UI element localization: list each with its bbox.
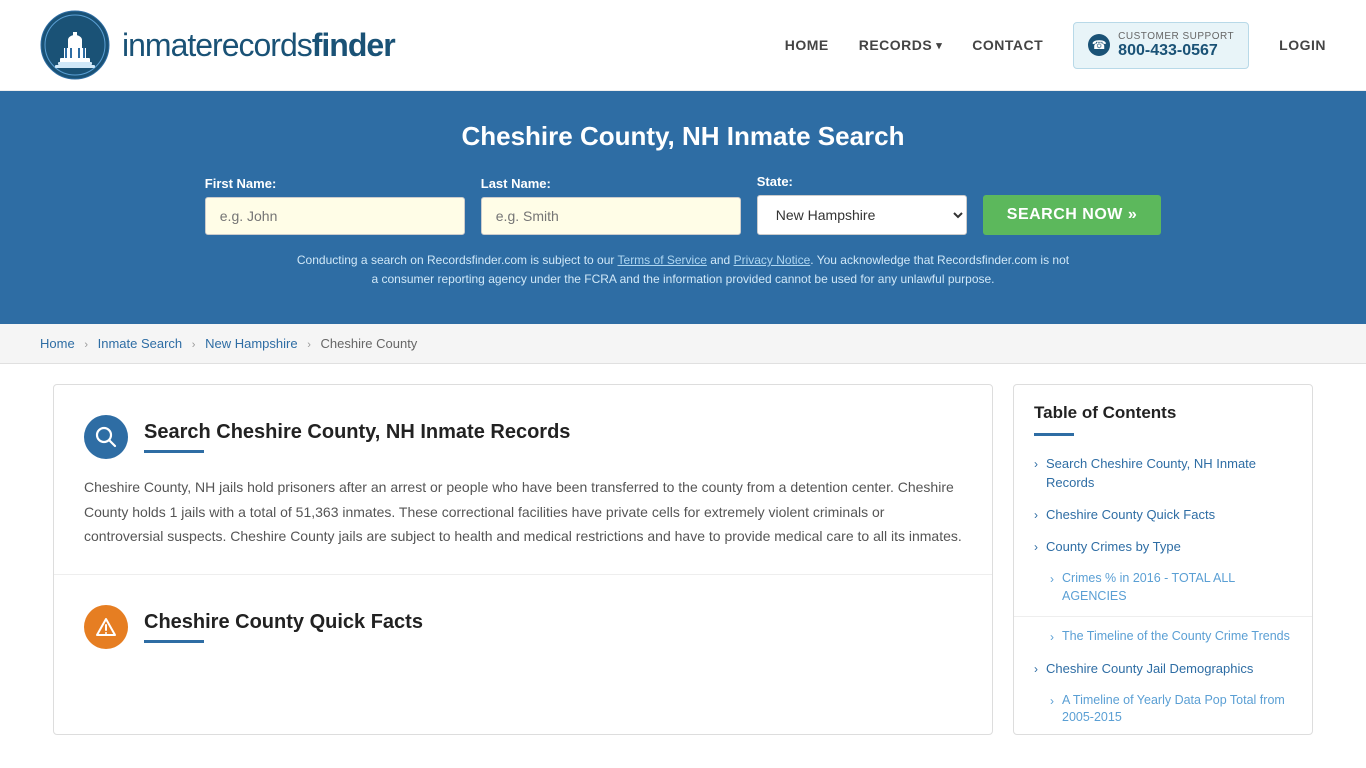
toc-chevron-5 (1050, 630, 1054, 644)
toc-item-demographics[interactable]: Cheshire County Jail Demographics (1014, 653, 1312, 685)
inmate-records-body: Cheshire County, NH jails hold prisoners… (84, 475, 962, 549)
breadcrumb-current: Cheshire County (320, 336, 417, 351)
inmate-records-header: Search Cheshire County, NH Inmate Record… (84, 415, 962, 459)
section-title-underline (144, 450, 204, 453)
left-content: Search Cheshire County, NH Inmate Record… (53, 384, 993, 734)
last-name-input[interactable] (481, 197, 741, 235)
support-label: CUSTOMER SUPPORT (1118, 31, 1234, 42)
state-select[interactable]: New Hampshire (757, 195, 967, 235)
breadcrumb-new-hampshire[interactable]: New Hampshire (205, 336, 297, 351)
last-name-label: Last Name: (481, 176, 741, 191)
search-form: First Name: Last Name: State: New Hampsh… (40, 174, 1326, 235)
disclaimer-text: Conducting a search on Recordsfinder.com… (293, 251, 1073, 289)
first-name-input[interactable] (205, 197, 465, 235)
logo-area[interactable]: inmaterecordsfinder (40, 10, 395, 80)
inmate-records-title-group: Search Cheshire County, NH Inmate Record… (144, 421, 570, 453)
toc-chevron-1 (1034, 457, 1038, 471)
sidebar: Table of Contents Search Cheshire County… (1013, 384, 1313, 734)
toc-chevron-6 (1034, 662, 1038, 676)
breadcrumb-sep-1: › (84, 339, 88, 351)
main-nav: HOME RECORDS ▾ CONTACT ☎ CUSTOMER SUPPOR… (785, 22, 1326, 69)
toc-item-timeline-yearly[interactable]: A Timeline of Yearly Data Pop Total from… (1014, 685, 1312, 734)
toc-bottom-divider (1014, 616, 1312, 617)
last-name-group: Last Name: (481, 176, 741, 235)
toc: Table of Contents Search Cheshire County… (1013, 384, 1313, 734)
inmate-records-title: Search Cheshire County, NH Inmate Record… (144, 421, 570, 444)
toc-item-crimes-type[interactable]: County Crimes by Type (1014, 531, 1312, 563)
quick-facts-title: Cheshire County Quick Facts (144, 611, 423, 634)
toc-link-search[interactable]: Search Cheshire County, NH Inmate Record… (1046, 455, 1292, 491)
toc-item-search[interactable]: Search Cheshire County, NH Inmate Record… (1014, 448, 1312, 498)
toc-link-timeline-yearly[interactable]: A Timeline of Yearly Data Pop Total from… (1062, 692, 1292, 727)
toc-item-timeline-crime[interactable]: The Timeline of the County Crime Trends (1014, 621, 1312, 653)
breadcrumb-sep-2: › (192, 339, 196, 351)
breadcrumb-sep-3: › (307, 339, 311, 351)
toc-item-crimes-2016[interactable]: Crimes % in 2016 - TOTAL ALL AGENCIES (1014, 563, 1312, 612)
first-name-label: First Name: (205, 176, 465, 191)
support-info: CUSTOMER SUPPORT 800-433-0567 (1118, 31, 1234, 60)
tos-link[interactable]: Terms of Service (618, 253, 707, 267)
toc-link-crimes-type[interactable]: County Crimes by Type (1046, 538, 1181, 556)
search-section: Cheshire County, NH Inmate Search First … (0, 91, 1366, 324)
quick-facts-section: Cheshire County Quick Facts (54, 575, 992, 690)
headset-icon: ☎ (1088, 34, 1110, 56)
search-button[interactable]: SEARCH NOW » (983, 195, 1161, 235)
quick-facts-title-underline (144, 640, 204, 643)
toc-link-demographics[interactable]: Cheshire County Jail Demographics (1046, 660, 1253, 678)
first-name-group: First Name: (205, 176, 465, 235)
toc-chevron-2 (1034, 508, 1038, 522)
logo-text: inmaterecordsfinder (122, 27, 395, 64)
privacy-link[interactable]: Privacy Notice (734, 253, 811, 267)
toc-chevron-3 (1034, 540, 1038, 554)
toc-link-quick-facts[interactable]: Cheshire County Quick Facts (1046, 506, 1215, 524)
inmate-records-section: Search Cheshire County, NH Inmate Record… (54, 385, 992, 575)
toc-chevron-7 (1050, 694, 1054, 708)
nav-records[interactable]: RECORDS ▾ (859, 37, 943, 53)
toc-item-quick-facts[interactable]: Cheshire County Quick Facts (1014, 499, 1312, 531)
support-number: 800-433-0567 (1118, 42, 1234, 60)
main-content: Search Cheshire County, NH Inmate Record… (33, 384, 1333, 734)
toc-link-crimes-2016[interactable]: Crimes % in 2016 - TOTAL ALL AGENCIES (1062, 570, 1292, 605)
breadcrumb-home[interactable]: Home (40, 336, 75, 351)
nav-login[interactable]: LOGIN (1279, 37, 1326, 53)
toc-title: Table of Contents (1014, 385, 1312, 433)
state-group: State: New Hampshire (757, 174, 967, 235)
nav-home[interactable]: HOME (785, 37, 829, 53)
site-header: inmaterecordsfinder HOME RECORDS ▾ CONTA… (0, 0, 1366, 91)
quick-facts-icon (84, 605, 128, 649)
quick-facts-header: Cheshire County Quick Facts (84, 605, 962, 649)
breadcrumb-inmate-search[interactable]: Inmate Search (98, 336, 183, 351)
toc-divider (1034, 433, 1074, 436)
logo-icon (40, 10, 110, 80)
toc-link-timeline-crime[interactable]: The Timeline of the County Crime Trends (1062, 628, 1290, 646)
breadcrumb: Home › Inmate Search › New Hampshire › C… (0, 324, 1366, 364)
search-section-title: Cheshire County, NH Inmate Search (40, 121, 1326, 152)
nav-contact[interactable]: CONTACT (972, 37, 1043, 53)
state-label: State: (757, 174, 967, 189)
search-section-icon (84, 415, 128, 459)
customer-support[interactable]: ☎ CUSTOMER SUPPORT 800-433-0567 (1073, 22, 1249, 69)
quick-facts-title-group: Cheshire County Quick Facts (144, 611, 423, 643)
toc-chevron-4 (1050, 572, 1054, 586)
